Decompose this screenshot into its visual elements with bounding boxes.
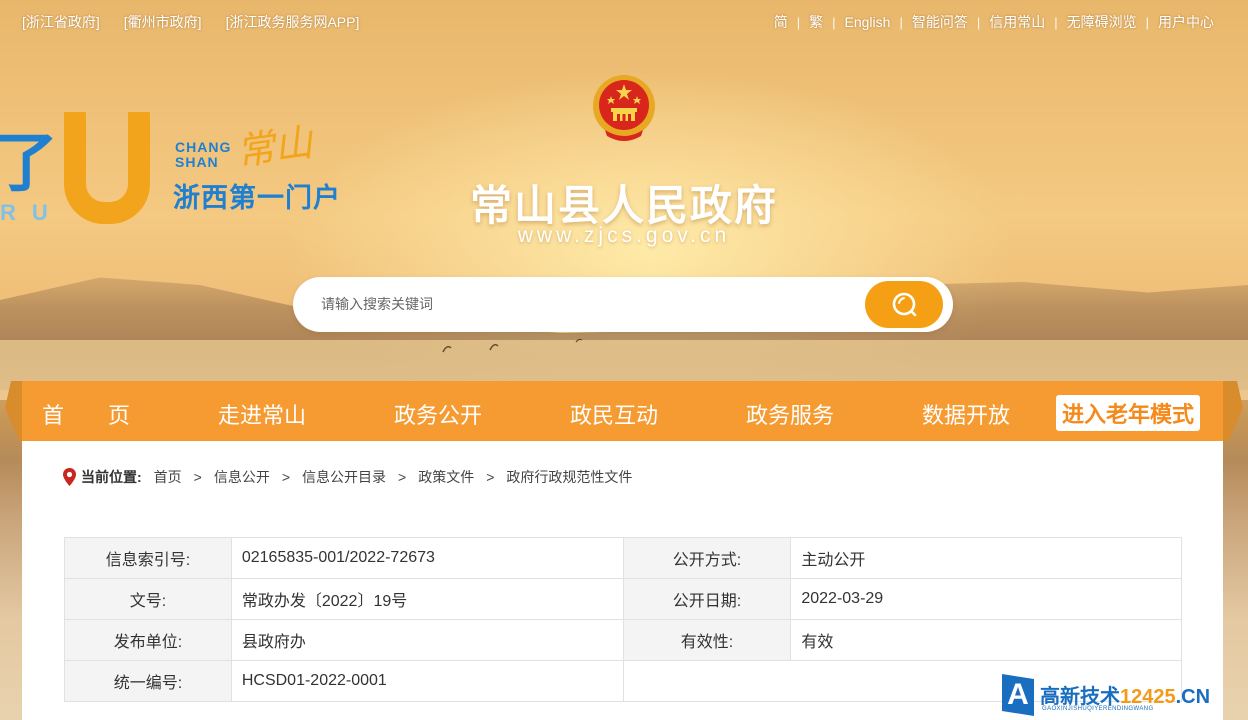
field-label: 文号: [64, 578, 232, 620]
logo-chang: CHANG [175, 139, 232, 155]
logo-pinyin: CHANG SHAN [175, 140, 231, 170]
field-value: 有效 [790, 619, 1182, 661]
breadcrumb-separator: > [398, 469, 407, 485]
breadcrumb-info-open[interactable]: 信息公开 [214, 467, 270, 487]
link-smart-qa[interactable]: 智能问答 [912, 12, 968, 32]
breadcrumb-home[interactable]: 首页 [154, 467, 182, 487]
breadcrumb-normative-docs[interactable]: 政府行政规范性文件 [506, 467, 632, 487]
location-pin-icon [63, 468, 76, 486]
nav-gov-affairs-open[interactable]: 政务公开 [394, 398, 482, 430]
separator: | [1145, 14, 1149, 30]
field-value: 常政办发〔2022〕19号 [230, 578, 624, 620]
link-user-center[interactable]: 用户中心 [1158, 12, 1214, 32]
logo-calligraphy: 常山 [233, 119, 316, 175]
breadcrumb-separator: > [486, 469, 495, 485]
separator: | [832, 14, 836, 30]
breadcrumb-label: 当前位置: [81, 469, 142, 485]
field-value: HCSD01-2022-0001 [230, 660, 624, 702]
search-icon [892, 292, 917, 316]
separator: | [976, 14, 981, 30]
table-row: 发布单位: 县政府办 有效性: 有效 [64, 619, 1182, 661]
site-url: www.zjcs.gov.cn [517, 224, 731, 247]
field-label: 统一编号: [64, 660, 232, 702]
top-left-links: [浙江省政府] [衢州市政府] [浙江政务服务网APP] [22, 12, 359, 32]
link-traditional[interactable]: 繁 [809, 12, 823, 32]
field-label: 发布单位: [64, 619, 232, 661]
breadcrumb-info-catalog[interactable]: 信息公开目录 [302, 467, 386, 487]
field-value: 县政府办 [230, 619, 624, 661]
field-value: 主动公开 [790, 537, 1182, 579]
field-label: 信息索引号: [64, 537, 232, 579]
link-quzhou-gov[interactable]: [衢州市政府] [124, 12, 202, 32]
elder-mode-button[interactable]: 进入老年模式 [1056, 395, 1201, 431]
breadcrumb-separator: > [193, 469, 202, 485]
nav-home[interactable]: 首 页 [42, 398, 130, 430]
logo-shan: SHAN [175, 154, 219, 170]
nav-gov-services[interactable]: 政务服务 [746, 398, 834, 430]
national-emblem-icon [593, 75, 655, 141]
search-bar [293, 277, 953, 332]
link-credit-changshan[interactable]: 信用常山 [989, 12, 1045, 32]
separator: | [899, 14, 903, 30]
breadcrumb-policy-files[interactable]: 政策文件 [418, 467, 474, 487]
table-row: 文号: 常政办发〔2022〕19号 公开日期: 2022-03-29 [64, 578, 1182, 620]
watermark-brand-cn: 高新技术 [1040, 686, 1120, 708]
birds-decoration [442, 338, 583, 353]
field-label: 公开日期: [622, 578, 792, 620]
nav-gov-public-interaction[interactable]: 政民互动 [570, 398, 658, 430]
breadcrumb-separator: > [281, 469, 291, 485]
search-input[interactable] [321, 289, 841, 319]
watermark-brand-num: 12425 [1120, 686, 1176, 708]
top-bar: [浙江省政府] [衢州市政府] [浙江政务服务网APP] 简 | 繁 | Engli… [0, 0, 1248, 42]
separator: | [1054, 14, 1058, 30]
field-value: 02165835-001/2022-72673 [230, 537, 624, 579]
search-button[interactable] [865, 281, 943, 328]
separator: | [796, 14, 801, 30]
field-label: 有效性: [622, 619, 792, 661]
watermark-logo: A 高新技术12425.CN GAOXINJISHUQIYERENDINGWAN… [1000, 672, 1248, 720]
watermark-brand: 高新技术12425.CN [1040, 680, 1210, 709]
table-row: 信息索引号: 02165835-001/2022-72673 公开方式: 主动公… [64, 537, 1182, 579]
link-english[interactable]: English [845, 14, 891, 30]
watermark-brand-suffix: .CN [1175, 686, 1211, 708]
watermark-letter: A [1002, 674, 1034, 716]
breadcrumb: 当前位置: 首页 > 信息公开 > 信息公开目录 > 政策文件 > 政府行政规范… [62, 467, 632, 487]
field-value: 2022-03-29 [790, 578, 1182, 620]
link-zjzwfw-app[interactable]: [浙江政务服务网APP] [226, 12, 360, 32]
nav-open-data[interactable]: 数据开放 [922, 398, 1010, 430]
main-nav: 首 页 走进常山 政务公开 政民互动 政务服务 数据开放 进入老年模式 [22, 381, 1223, 441]
watermark-pinyin: GAOXINJISHUQIYERENDINGWANG [1042, 706, 1154, 712]
link-simplified[interactable]: 简 [774, 12, 788, 32]
field-label: 公开方式: [622, 537, 792, 579]
top-right-links: 简 | 繁 | English | 智能问答 | 信用常山 | 无障碍浏览 | 用户中心 [774, 12, 1214, 32]
link-accessibility[interactable]: 无障碍浏览 [1067, 12, 1137, 32]
nav-about-changshan[interactable]: 走进常山 [218, 398, 306, 430]
link-zhejiang-gov[interactable]: [浙江省政府] [22, 12, 100, 32]
